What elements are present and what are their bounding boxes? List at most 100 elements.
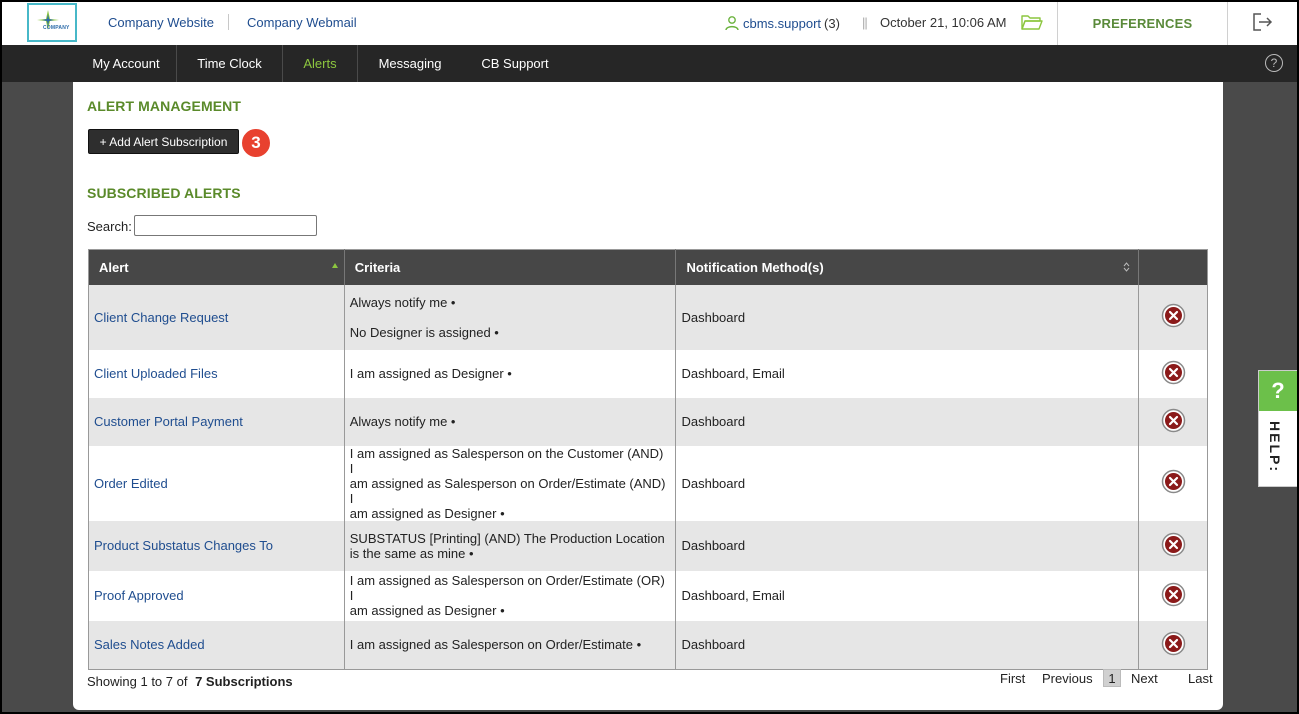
action-cell — [1138, 570, 1208, 621]
nav-time-clock[interactable]: Time Clock — [177, 45, 282, 82]
criteria-text: am assigned as Designer • — [349, 505, 505, 521]
table-row: Client Uploaded Files I am assigned as D… — [88, 349, 1208, 398]
column-header-notification-methods[interactable]: Notification Method(s) — [675, 249, 1140, 285]
delete-icon[interactable] — [1161, 582, 1186, 607]
criteria-text: No Designer is assigned • — [349, 324, 499, 340]
method-cell: Dashboard — [675, 445, 1140, 521]
action-cell — [1138, 620, 1208, 670]
criteria-text: I am assigned as Salesperson on the Cust… — [349, 445, 664, 476]
criteria-cell: Always notify me • — [344, 397, 677, 446]
add-alert-subscription-button[interactable]: + Add Alert Subscription — [88, 129, 239, 154]
delete-icon[interactable] — [1161, 469, 1186, 494]
column-header-label: Criteria — [354, 259, 401, 275]
criteria-cell: I am assigned as Designer • — [344, 349, 677, 398]
method-cell: Dashboard — [675, 397, 1140, 446]
folder-icon[interactable] — [1021, 13, 1043, 31]
pager-first[interactable]: First — [1000, 671, 1025, 686]
alert-link[interactable]: Sales Notes Added — [94, 637, 205, 652]
company-webmail-link[interactable]: Company Webmail — [247, 15, 357, 30]
username: cbms.support — [743, 15, 822, 31]
delete-icon[interactable] — [1161, 532, 1186, 557]
logo-text: COMPANY — [43, 25, 70, 31]
showing-total: 7 Subscriptions — [195, 674, 293, 689]
delete-icon[interactable] — [1161, 631, 1186, 656]
criteria-cell: I am assigned as Salesperson on Order/Es… — [344, 570, 677, 621]
search-input[interactable] — [134, 215, 317, 236]
nav-cb-support[interactable]: CB Support — [464, 45, 566, 82]
table-row: Product Substatus Changes To SUBSTATUS [… — [88, 520, 1208, 571]
pager-previous[interactable]: Previous — [1042, 671, 1093, 686]
criteria-text: SUBSTATUS [Printing] (AND) The Productio… — [349, 530, 665, 546]
help-side-tab[interactable]: ? HELP: — [1258, 370, 1297, 487]
action-cell — [1138, 520, 1208, 571]
alert-link[interactable]: Order Edited — [94, 476, 168, 491]
alert-link[interactable]: Product Substatus Changes To — [94, 538, 273, 553]
criteria-text: Always notify me • — [349, 414, 456, 429]
method-cell: Dashboard, Email — [675, 349, 1140, 398]
criteria-text: is the same as mine • — [349, 545, 474, 561]
showing-summary: Showing 1 to 7 of 7 Subscriptions — [87, 674, 293, 689]
delete-icon[interactable] — [1161, 303, 1186, 328]
column-header-alert[interactable]: Alert — [88, 249, 345, 285]
method-cell: Dashboard — [675, 520, 1140, 571]
alert-cell: Client Uploaded Files — [88, 349, 345, 398]
nav-alerts[interactable]: Alerts — [283, 45, 357, 82]
action-cell — [1138, 397, 1208, 446]
alert-link[interactable]: Client Change Request — [94, 310, 228, 325]
search-label: Search: — [87, 219, 132, 234]
table-row: Sales Notes Added I am assigned as Sales… — [88, 620, 1208, 670]
header-divider — [228, 14, 229, 30]
company-website-link[interactable]: Company Website — [108, 15, 214, 30]
table-row: Client Change Request Always notify me •… — [88, 284, 1208, 350]
nav-my-account[interactable]: My Account — [76, 45, 176, 82]
sort-icon — [1123, 262, 1130, 272]
subscribed-alerts-title: SUBSCRIBED ALERTS — [87, 185, 241, 201]
pager-last[interactable]: Last — [1188, 671, 1213, 686]
criteria-text: I am assigned as Salesperson on Order/Es… — [349, 573, 665, 603]
column-header-actions — [1138, 249, 1208, 285]
help-tab-label: HELP: — [1267, 421, 1283, 473]
method-cell: Dashboard — [675, 284, 1140, 350]
user-menu[interactable]: cbms.support (3) — [724, 13, 840, 33]
top-header: COMPANY Company Website Company Webmail … — [2, 2, 1297, 45]
pager-next[interactable]: Next — [1131, 671, 1158, 686]
method-cell: Dashboard, Email — [675, 570, 1140, 621]
method-cell: Dashboard — [675, 620, 1140, 670]
column-header-criteria: Criteria — [344, 249, 677, 285]
alert-cell: Sales Notes Added — [88, 620, 345, 670]
criteria-text: am assigned as Salesperson on Order/Esti… — [349, 475, 666, 506]
alert-cell: Product Substatus Changes To — [88, 520, 345, 571]
column-header-label: Alert — [99, 259, 129, 275]
alert-cell: Customer Portal Payment — [88, 397, 345, 446]
alert-cell: Client Change Request — [88, 284, 345, 350]
pager-current-page[interactable]: 1 — [1103, 669, 1121, 687]
table-row: Proof Approved I am assigned as Salesper… — [88, 570, 1208, 621]
table-row: Customer Portal Payment Always notify me… — [88, 397, 1208, 446]
app-frame: COMPANY Company Website Company Webmail … — [2, 2, 1297, 712]
table-row: Order Edited I am assigned as Salesperso… — [88, 445, 1208, 521]
alert-cell: Order Edited — [88, 445, 345, 521]
help-icon[interactable]: ? — [1265, 54, 1283, 72]
nav-messaging[interactable]: Messaging — [358, 45, 462, 82]
alert-link[interactable]: Proof Approved — [94, 588, 184, 603]
step-number-badge: 3 — [240, 127, 272, 159]
logout-icon[interactable] — [1252, 12, 1274, 32]
column-header-label: Notification Method(s) — [686, 259, 824, 275]
preferences-button[interactable]: PREFERENCES — [1057, 2, 1228, 45]
delete-icon[interactable] — [1161, 408, 1186, 433]
criteria-cell: I am assigned as Salesperson on Order/Es… — [344, 620, 677, 670]
company-logo[interactable]: COMPANY — [27, 3, 77, 42]
delete-icon[interactable] — [1161, 360, 1186, 385]
user-icon — [725, 16, 739, 31]
main-nav: My Account Time Clock Alerts Messaging C… — [2, 45, 1297, 82]
criteria-text: am assigned as Designer • — [349, 603, 505, 618]
alert-link[interactable]: Customer Portal Payment — [94, 414, 243, 429]
criteria-cell: Always notify me • No Designer is assign… — [344, 284, 677, 350]
current-datetime: October 21, 10:06 AM — [880, 15, 1007, 30]
alert-link[interactable]: Client Uploaded Files — [94, 366, 218, 381]
header-double-divider: || — [862, 15, 868, 30]
criteria-text: Always notify me • — [349, 294, 456, 310]
page-title: ALERT MANAGEMENT — [87, 98, 242, 114]
action-cell — [1138, 349, 1208, 398]
criteria-text: I am assigned as Designer • — [349, 366, 512, 381]
